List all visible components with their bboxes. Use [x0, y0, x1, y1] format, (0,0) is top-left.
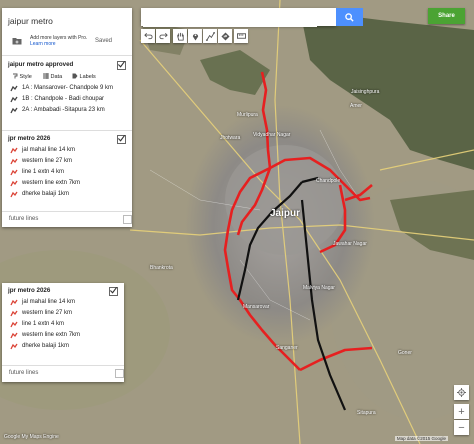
layer-feature-item[interactable]: western line 27 km — [2, 156, 132, 167]
feature-label: western line 27 km — [22, 310, 73, 316]
line-feature-icon — [10, 158, 18, 165]
line-feature-icon — [10, 343, 18, 350]
layer-feature-item[interactable]: dherke balaji 1km — [2, 189, 132, 200]
checkmark-icon — [109, 287, 118, 294]
layer-visibility-checkbox[interactable] — [123, 215, 132, 224]
layer-panel-2026-duplicate: jpr metro 2026 jal mahal line 14 km weste… — [2, 283, 124, 382]
feature-label: 2A : Ambabadi -Sitapura 23 km — [22, 107, 105, 113]
layer-visibility-checkbox[interactable] — [115, 369, 124, 378]
checkmark-icon — [117, 61, 126, 68]
line-feature-icon — [10, 107, 18, 114]
layer-feature-item[interactable]: line 1 extn 4 km — [2, 167, 132, 178]
line-feature-icon — [10, 180, 18, 187]
search-button[interactable] — [336, 8, 363, 26]
layer-approved: jaipur metro approved Style Data Labels … — [2, 58, 132, 116]
ruler-icon — [236, 33, 246, 39]
layer-feature-item[interactable]: jal mahal line 14 km — [2, 145, 132, 156]
line-feature-icon — [10, 85, 18, 92]
checkmark-icon — [117, 135, 126, 142]
feature-label: line 1 extn 4 km — [22, 321, 65, 327]
layer-feature-item[interactable]: 1B : Chandpole - Badi choupar — [2, 94, 132, 105]
layer-title[interactable]: jpr metro 2026 — [2, 284, 124, 297]
layer-visibility-checkbox[interactable] — [117, 135, 126, 144]
layer-2026: jpr metro 2026 jal mahal line 14 km weste… — [2, 132, 132, 200]
layer-feature-item[interactable]: 1A : Mansarover- Chandpole 9 km — [2, 83, 132, 94]
map-title[interactable]: jaipur metro — [8, 16, 53, 26]
layer-future-lines[interactable]: future lines — [2, 366, 124, 380]
measure-button[interactable] — [234, 29, 248, 43]
hand-icon — [176, 32, 184, 41]
feature-label: jal mahal line 14 km — [22, 299, 76, 305]
pan-button[interactable] — [173, 29, 187, 43]
zoom-out-button[interactable]: − — [454, 420, 469, 435]
line-feature-icon — [10, 191, 18, 198]
minus-icon: − — [458, 421, 465, 434]
undo-icon — [143, 32, 153, 40]
undo-button[interactable] — [141, 29, 155, 43]
style-button[interactable]: Style — [12, 71, 32, 83]
layer-visibility-checkbox[interactable] — [117, 61, 126, 70]
my-location-button[interactable] — [454, 385, 469, 400]
feature-label: jal mahal line 14 km — [22, 147, 76, 153]
share-button[interactable]: Share — [428, 8, 465, 24]
feature-label: western line extn 7km — [22, 180, 81, 186]
draw-line-button[interactable] — [203, 29, 217, 43]
layer-feature-item[interactable]: dherke balaji 1km — [2, 341, 124, 352]
layer-feature-item[interactable]: western line extn 7km — [2, 178, 132, 189]
add-marker-button[interactable] — [188, 29, 202, 43]
search-box[interactable] — [141, 8, 336, 27]
directions-icon — [220, 31, 230, 41]
layer-visibility-checkbox[interactable] — [109, 287, 118, 296]
learn-more-link[interactable]: Learn more — [30, 41, 56, 47]
redo-icon — [158, 32, 168, 40]
label-icon — [72, 73, 78, 79]
layers-panel: jaipur metro Add more layers with Pro. L… — [2, 8, 132, 227]
plus-icon: + — [458, 405, 465, 418]
layer-feature-item[interactable]: 2A : Ambabadi -Sitapura 23 km — [2, 105, 132, 116]
line-feature-icon — [10, 321, 18, 328]
layer-future-lines[interactable]: future lines — [2, 212, 132, 226]
layer-feature-item[interactable]: western line extn 7km — [2, 330, 124, 341]
feature-label: dherke balaji 1km — [22, 191, 70, 197]
draw-line-icon — [205, 31, 215, 41]
feature-label: 1A : Mansarover- Chandpole 9 km — [22, 85, 114, 91]
layer-feature-item[interactable]: line 1 extn 4 km — [2, 319, 124, 330]
zoom-in-button[interactable]: + — [454, 404, 469, 419]
search-input[interactable] — [143, 9, 317, 27]
marker-icon — [192, 33, 198, 40]
layer-feature-item[interactable]: western line 27 km — [2, 308, 124, 319]
line-feature-icon — [10, 169, 18, 176]
line-feature-icon — [10, 147, 18, 154]
data-button[interactable]: Data — [43, 71, 62, 83]
location-icon — [457, 388, 466, 397]
saved-status: Saved — [95, 38, 113, 44]
map-attribution-left: Google My Maps Engine — [4, 434, 59, 440]
feature-label: line 1 extn 4 km — [22, 169, 65, 175]
feature-label: dherke balaji 1km — [22, 343, 70, 349]
line-feature-icon — [10, 332, 18, 339]
folder-icon — [12, 38, 22, 45]
table-icon — [43, 73, 49, 79]
labels-button[interactable]: Labels — [72, 71, 96, 83]
directions-button[interactable] — [218, 29, 232, 43]
redo-button[interactable] — [156, 29, 170, 43]
feature-label: 1B : Chandpole - Badi choupar — [22, 96, 105, 102]
layer-title[interactable]: jpr metro 2026 — [2, 132, 132, 145]
layer-title[interactable]: jaipur metro approved — [2, 58, 132, 71]
feature-label: western line extn 7km — [22, 332, 81, 338]
line-feature-icon — [10, 310, 18, 317]
paint-icon — [13, 73, 18, 79]
line-feature-icon — [10, 299, 18, 306]
line-feature-icon — [10, 96, 18, 103]
feature-label: western line 27 km — [22, 158, 73, 164]
map-attribution[interactable]: Map data ©2015 Google — [394, 436, 448, 441]
search-icon — [345, 12, 354, 22]
layer-feature-item[interactable]: jal mahal line 14 km — [2, 297, 124, 308]
